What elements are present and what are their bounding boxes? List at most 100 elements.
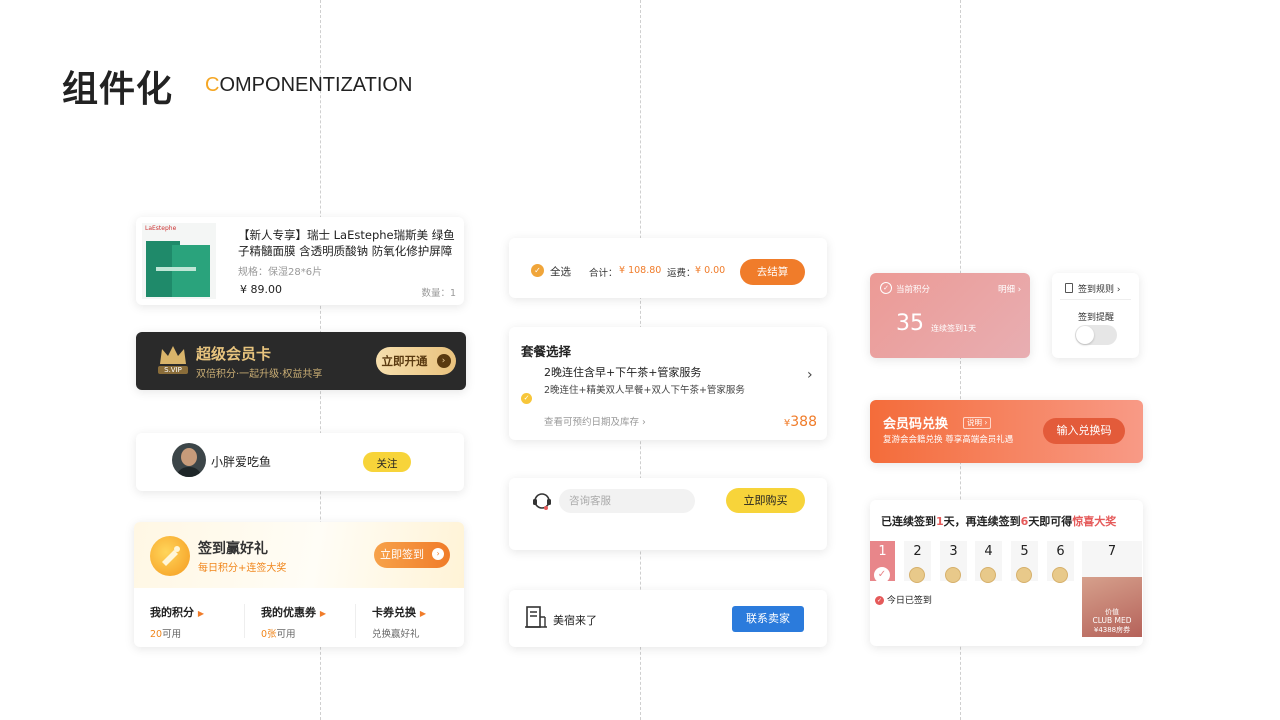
coin-icon — [1016, 567, 1032, 583]
reminder-toggle[interactable] — [1075, 325, 1117, 345]
divider — [1060, 299, 1131, 300]
coin-icon — [945, 567, 961, 583]
seller-bar: 美宿来了 联系卖家 — [509, 590, 827, 647]
prize-line3: ¥4388房券 — [1093, 626, 1131, 634]
avatar — [172, 443, 206, 477]
vip-title: 超级会员卡 — [196, 345, 272, 363]
streak-mid: 天，再连续签到 — [943, 515, 1021, 528]
brand-logo: LaEstephe — [145, 225, 177, 232]
coin-icon — [909, 567, 925, 583]
availability-link[interactable]: 查看可预约日期及库存 › — [544, 414, 646, 428]
subtitle-initial: C — [205, 74, 220, 96]
enter-code-label: 输入兑换码 — [1056, 424, 1112, 437]
points-card[interactable]: ✓ 当前积分 明细 › 35 连续签到1天 — [870, 273, 1030, 358]
streak-prize: 惊喜大奖 — [1072, 515, 1117, 528]
check-circle-icon[interactable]: ✓ — [531, 264, 544, 277]
signin-card[interactable]: 签到赢好礼 每日积分+连签大奖 立即签到 › 我的积分 ▶ 20可用 我的优惠券… — [134, 522, 464, 647]
subtitle-rest: OMPONENTIZATION — [219, 74, 413, 96]
service-input-placeholder: 咨询客服 — [569, 495, 611, 507]
product-spec: 规格：保湿28*6片 — [238, 267, 323, 278]
service-input[interactable]: 咨询客服 — [559, 489, 695, 513]
day-cell-2[interactable]: 2 — [904, 541, 931, 583]
rule-card: 签到规则 › 签到提醒 — [1052, 273, 1139, 358]
member-code-tag[interactable]: 说明 › — [963, 417, 992, 429]
triangle-right-icon: ▶ — [419, 609, 426, 618]
availability-link-label: 查看可预约日期及库存 — [544, 417, 640, 428]
stat-points-label: 我的积分 — [150, 606, 194, 619]
stat-coupons-label: 我的优惠券 — [261, 606, 316, 619]
coin-icon — [1052, 567, 1068, 583]
day-cell-3[interactable]: 3 — [940, 541, 967, 583]
follow-card[interactable]: 小胖爱吃鱼 关注 — [136, 433, 464, 491]
day-number: 7 — [1107, 544, 1117, 559]
rule-label: 签到规则 — [1078, 285, 1115, 295]
checkout-button[interactable]: 去结算 — [740, 259, 805, 285]
stat-points[interactable]: 我的积分 ▶ 20可用 — [150, 604, 242, 640]
package-option-desc: 2晚连住+精美双人早餐+双人下午茶+管家服务 — [544, 385, 745, 396]
prize-line2: CLUB MED — [1092, 616, 1132, 625]
total-value: ¥ 108.80 — [619, 265, 662, 276]
streak-card: 已连续签到1天，再连续签到6天即可得惊喜大奖 1 ✓ 2 3 4 5 6 7 价… — [870, 500, 1143, 646]
member-code-card[interactable]: 会员码兑换 说明 › 复游会会籍兑换 尊享高端会员礼遇 输入兑换码 — [870, 400, 1143, 463]
signin-button-label: 立即签到 — [379, 548, 424, 561]
today-signed-label: 今日已签到 — [886, 596, 932, 606]
vip-open-button[interactable]: 立即开通 › — [376, 347, 456, 375]
stat-points-value: 20 — [150, 629, 163, 640]
reminder-label: 签到提醒 — [1078, 313, 1115, 323]
stat-points-suffix: 可用 — [162, 629, 182, 640]
streak-pre: 已连续签到 — [881, 515, 936, 528]
day-cell-7[interactable]: 7 价值 CLUB MED ¥4388房券 — [1082, 541, 1142, 637]
vip-badge: S.VIP — [158, 366, 188, 374]
signin-subtitle: 每日积分+连签大奖 — [198, 563, 287, 574]
triangle-right-icon: ▶ — [319, 609, 326, 618]
headset-icon[interactable] — [531, 490, 553, 512]
crown-icon — [158, 344, 188, 366]
vip-open-label: 立即开通 — [381, 354, 428, 368]
stat-exchange[interactable]: 卡券兑换 ▶ 兑换赢好礼 — [372, 604, 460, 640]
points-label: 当前积分 — [896, 285, 931, 295]
points-detail-label: 明细 — [998, 285, 1016, 295]
day-cell-5[interactable]: 5 — [1011, 541, 1038, 583]
points-detail-link[interactable]: 明细 › — [998, 283, 1021, 295]
day-cell-6[interactable]: 6 — [1047, 541, 1074, 583]
rule-link[interactable]: 签到规则 › — [1078, 282, 1120, 295]
stat-coupons[interactable]: 我的优惠券 ▶ 0张可用 — [261, 604, 353, 640]
check-circle-icon: ✓ — [875, 596, 884, 605]
checkout-button-label: 去结算 — [756, 266, 789, 278]
day-number: 3 — [949, 544, 958, 559]
buy-now-label: 立即购买 — [743, 494, 788, 507]
buy-now-button[interactable]: 立即购买 — [726, 488, 805, 513]
chevron-right-icon[interactable]: › — [807, 367, 813, 383]
product-title: 【新人专享】瑞士 LaEstephe瑞斯美 绿鱼子精髓面膜 含透明质酸钠 防氧化… — [238, 228, 455, 258]
stat-divider — [244, 604, 245, 638]
contact-seller-button[interactable]: 联系卖家 — [732, 606, 804, 632]
day-number: 2 — [913, 544, 922, 559]
follow-button[interactable]: 关注 — [363, 452, 411, 472]
signin-button[interactable]: 立即签到 › — [374, 542, 450, 568]
shipping-value: ¥ 0.00 — [695, 265, 726, 276]
chevron-right-icon: › — [436, 353, 451, 368]
product-card[interactable]: LaEstephe 【新人专享】瑞士 LaEstephe瑞斯美 绿鱼子精髓面膜 … — [136, 217, 464, 305]
shipping-label: 运费： — [667, 268, 696, 279]
price-value: 388 — [790, 414, 817, 430]
package-price: ¥388 — [784, 411, 817, 430]
checkout-bar: ✓ 全选 合计： ¥ 108.80 运费： ¥ 0.00 去结算 — [509, 238, 827, 298]
vip-card[interactable]: S.VIP 超级会员卡 双倍积分·一起升级·权益共享 立即开通 › — [136, 332, 466, 390]
enter-code-button[interactable]: 输入兑换码 — [1043, 418, 1125, 444]
day-cell-4[interactable]: 4 — [975, 541, 1002, 583]
day-number: 6 — [1056, 544, 1065, 559]
day-cell-1[interactable]: 1 ✓ — [870, 541, 895, 583]
stat-exchange-label: 卡券兑换 — [372, 606, 416, 619]
select-all-label[interactable]: 全选 — [550, 264, 571, 279]
prize-voucher: 价值 CLUB MED ¥4388房券 — [1082, 577, 1142, 637]
check-circle-icon[interactable]: ✓ — [521, 393, 532, 404]
contact-seller-label: 联系卖家 — [746, 612, 790, 625]
toggle-knob — [1076, 326, 1094, 344]
username: 小胖爱吃鱼 — [211, 455, 272, 469]
day-number: 5 — [1020, 544, 1029, 559]
package-title: 套餐选择 — [521, 344, 572, 359]
package-option-title: 2晚连住含早+下午茶+管家服务 — [544, 366, 702, 379]
package-card[interactable]: 套餐选择 2晚连住含早+下午茶+管家服务 2晚连住+精美双人早餐+双人下午茶+管… — [509, 327, 827, 440]
points-streak: 连续签到1天 — [931, 324, 977, 333]
page-subtitle: COMPONENTIZATION — [205, 74, 412, 97]
